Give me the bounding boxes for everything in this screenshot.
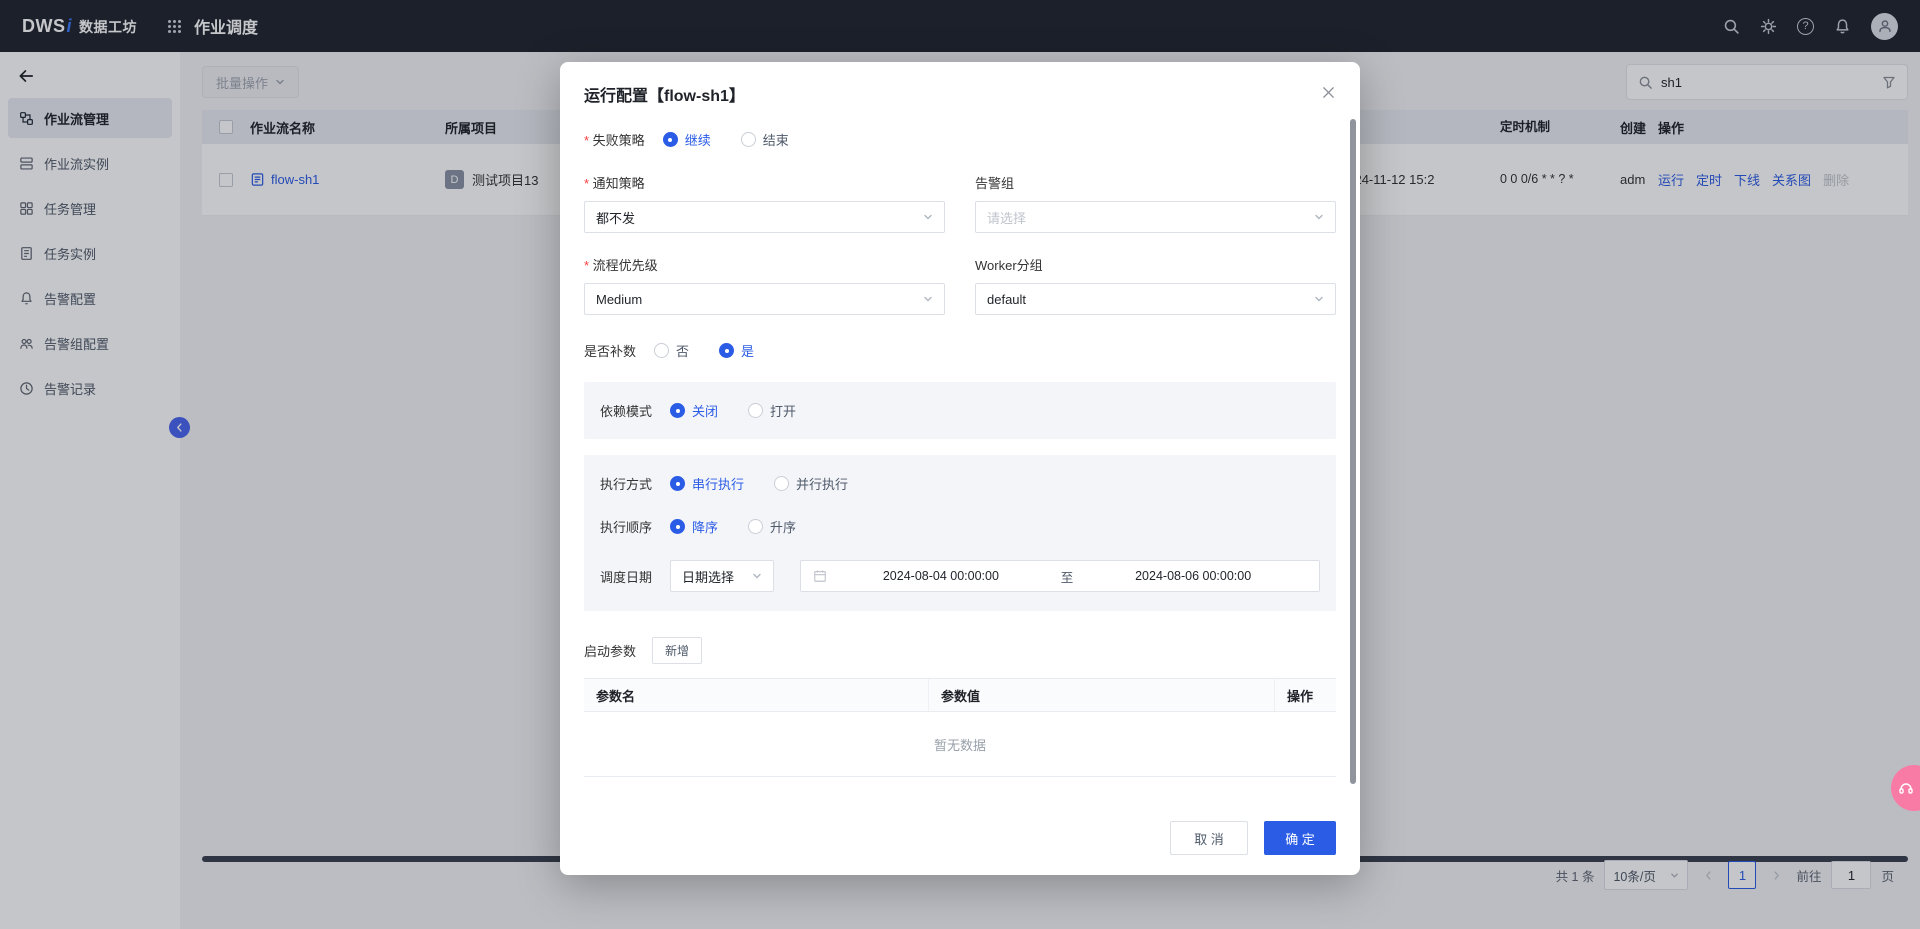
field-backfill: 是否补数 否 是 xyxy=(584,341,1336,360)
field-exec-mode: 执行方式 串行执行 并行执行 xyxy=(600,474,1320,493)
range-end-value: 2024-08-06 00:00:00 xyxy=(1079,569,1307,583)
dependency-label: 依赖模式 xyxy=(600,401,652,420)
radio-dot xyxy=(748,519,763,534)
field-notify-policy: 通知策略 都不发 xyxy=(584,173,945,233)
date-mode-value: 日期选择 xyxy=(682,567,734,586)
radio-desc[interactable]: 降序 xyxy=(670,517,718,536)
notify-policy-value: 都不发 xyxy=(596,208,635,227)
params-table-header: 参数名 参数值 操作 xyxy=(584,678,1336,712)
radio-parallel[interactable]: 并行执行 xyxy=(774,474,848,493)
field-alert-group: 告警组 请选择 xyxy=(975,173,1336,233)
radio-label: 否 xyxy=(676,341,689,360)
params-table: 参数名 参数值 操作 暂无数据 xyxy=(584,678,1336,777)
headset-icon xyxy=(1898,780,1914,796)
radio-yes[interactable]: 是 xyxy=(719,341,754,360)
radio-asc[interactable]: 升序 xyxy=(748,517,796,536)
radio-end[interactable]: 结束 xyxy=(741,130,789,149)
chevron-down-icon xyxy=(1314,212,1324,222)
radio-open[interactable]: 打开 xyxy=(748,401,796,420)
chevron-down-icon xyxy=(923,212,933,222)
field-failure-policy: 失败策略 继续 结束 xyxy=(584,130,1336,149)
row-priority-worker: 流程优先级 Medium Worker分组 default xyxy=(584,255,1336,315)
modal-scrollbar[interactable] xyxy=(1350,119,1356,784)
range-separator: 至 xyxy=(1055,567,1080,586)
radio-continue[interactable]: 继续 xyxy=(663,130,711,149)
radio-label: 关闭 xyxy=(692,401,718,420)
alert-group-label: 告警组 xyxy=(975,173,1336,192)
close-icon[interactable] xyxy=(1318,82,1338,102)
param-name-header: 参数名 xyxy=(584,679,929,711)
calendar-icon xyxy=(813,569,827,583)
radio-label: 并行执行 xyxy=(796,474,848,493)
exec-mode-label: 执行方式 xyxy=(600,474,652,493)
chevron-down-icon xyxy=(1314,294,1324,304)
params-empty-state: 暂无数据 xyxy=(584,712,1336,776)
field-priority: 流程优先级 Medium xyxy=(584,255,945,315)
range-start-value: 2024-08-04 00:00:00 xyxy=(827,569,1055,583)
radio-label: 结束 xyxy=(763,130,789,149)
chevron-down-icon xyxy=(923,294,933,304)
radio-dot xyxy=(670,403,685,418)
radio-dot xyxy=(748,403,763,418)
modal-body: 失败策略 继续 结束 通知策略 都不发 告警组 请选择 xyxy=(560,110,1360,805)
params-header: 启动参数 新增 xyxy=(584,637,1336,664)
modal-footer: 取 消 确 定 xyxy=(560,805,1360,875)
radio-dot xyxy=(654,343,669,358)
worker-group-label: Worker分组 xyxy=(975,255,1336,274)
radio-no[interactable]: 否 xyxy=(654,341,689,360)
field-worker-group: Worker分组 default xyxy=(975,255,1336,315)
radio-serial[interactable]: 串行执行 xyxy=(670,474,744,493)
exec-order-label: 执行顺序 xyxy=(600,517,652,536)
exec-mode-radio-group: 串行执行 并行执行 xyxy=(670,474,848,493)
radio-label: 继续 xyxy=(685,130,711,149)
worker-group-select[interactable]: default xyxy=(975,283,1336,315)
cancel-button[interactable]: 取 消 xyxy=(1170,821,1248,855)
radio-label: 打开 xyxy=(770,401,796,420)
row-notify-alert: 通知策略 都不发 告警组 请选择 xyxy=(584,173,1336,233)
execution-panel: 执行方式 串行执行 并行执行 执行顺序 降序 升序 调度日期 日期选择 xyxy=(584,455,1336,611)
radio-label: 串行执行 xyxy=(692,474,744,493)
alert-group-select[interactable]: 请选择 xyxy=(975,201,1336,233)
date-mode-select[interactable]: 日期选择 xyxy=(670,560,774,592)
param-value-header: 参数值 xyxy=(929,679,1275,711)
radio-dot xyxy=(774,476,789,491)
radio-dot xyxy=(719,343,734,358)
notify-policy-label: 通知策略 xyxy=(584,173,945,192)
radio-dot xyxy=(741,132,756,147)
run-config-modal: 运行配置【flow-sh1】 失败策略 继续 结束 通知策略 都不发 告警组 xyxy=(560,62,1360,875)
radio-dot xyxy=(670,519,685,534)
radio-label: 降序 xyxy=(692,517,718,536)
failure-policy-label: 失败策略 xyxy=(584,130,645,149)
field-exec-order: 执行顺序 降序 升序 xyxy=(600,517,1320,536)
field-schedule-date: 调度日期 日期选择 2024-08-04 00:00:00 至 2024-08-… xyxy=(600,560,1320,592)
worker-group-value: default xyxy=(987,292,1026,307)
modal-header: 运行配置【flow-sh1】 xyxy=(560,62,1360,110)
radio-closed[interactable]: 关闭 xyxy=(670,401,718,420)
priority-select[interactable]: Medium xyxy=(584,283,945,315)
radio-label: 升序 xyxy=(770,517,796,536)
radio-label: 是 xyxy=(741,341,754,360)
schedule-date-label: 调度日期 xyxy=(600,567,652,586)
add-param-button[interactable]: 新增 xyxy=(652,637,702,664)
failure-policy-radio-group: 继续 结束 xyxy=(663,130,789,149)
params-label: 启动参数 xyxy=(584,641,636,660)
alert-group-placeholder: 请选择 xyxy=(987,208,1026,227)
backfill-radio-group: 否 是 xyxy=(654,341,754,360)
dependency-radio-group: 关闭 打开 xyxy=(670,401,796,420)
backfill-label: 是否补数 xyxy=(584,341,636,360)
confirm-button[interactable]: 确 定 xyxy=(1264,821,1336,855)
radio-dot xyxy=(670,476,685,491)
date-range-picker[interactable]: 2024-08-04 00:00:00 至 2024-08-06 00:00:0… xyxy=(800,560,1320,592)
chevron-down-icon xyxy=(752,571,762,581)
param-action-header: 操作 xyxy=(1275,679,1336,711)
modal-title: 运行配置【flow-sh1】 xyxy=(584,88,745,105)
radio-dot xyxy=(663,132,678,147)
notify-policy-select[interactable]: 都不发 xyxy=(584,201,945,233)
priority-label: 流程优先级 xyxy=(584,255,945,274)
priority-value: Medium xyxy=(596,292,642,307)
exec-order-radio-group: 降序 升序 xyxy=(670,517,796,536)
field-dependency-mode: 依赖模式 关闭 打开 xyxy=(600,401,1320,420)
dependency-panel: 依赖模式 关闭 打开 xyxy=(584,382,1336,439)
